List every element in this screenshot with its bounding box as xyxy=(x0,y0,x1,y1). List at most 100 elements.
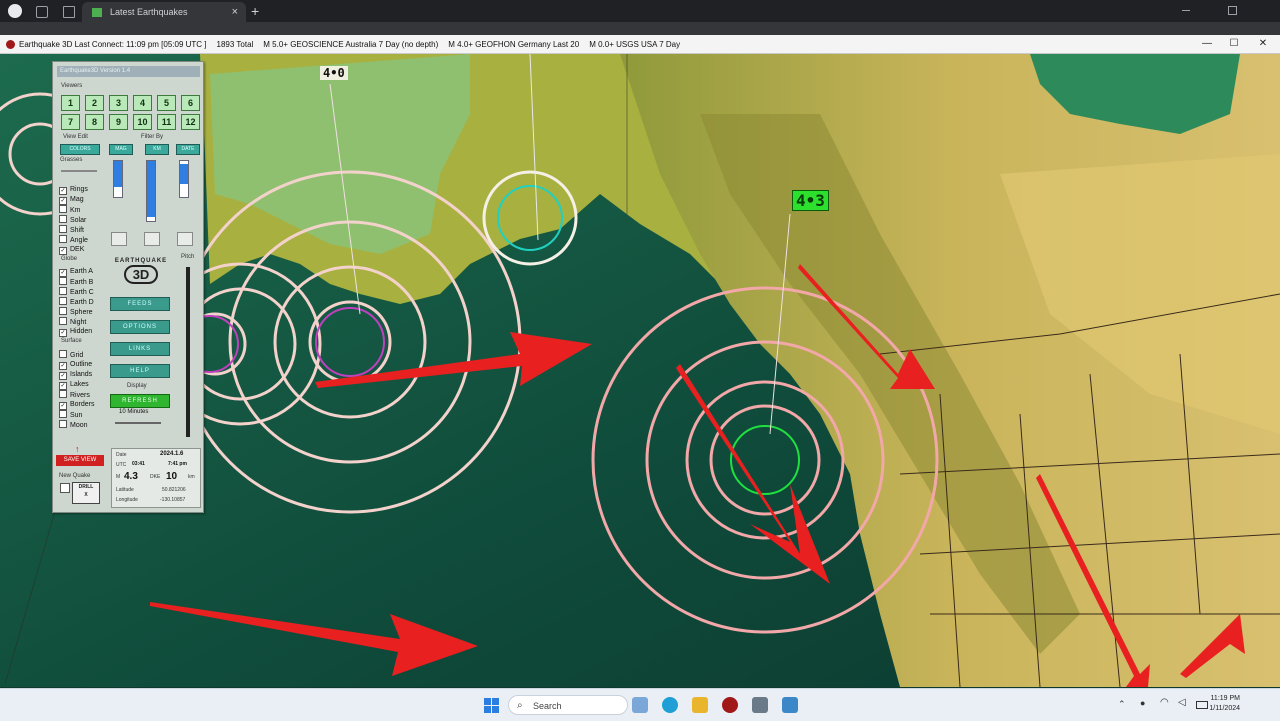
tab-favicon-icon xyxy=(92,7,102,17)
viewer-10-button[interactable]: 10 xyxy=(133,114,152,130)
widgets-icon[interactable] xyxy=(632,697,648,713)
refresh-button[interactable]: REFRESH xyxy=(110,394,170,408)
date-slider-buttons[interactable] xyxy=(177,232,193,246)
surface-label: Surface xyxy=(61,338,82,344)
feed-germany: M 4.0+ GEOFHON Germany Last 20 xyxy=(448,39,580,49)
close-tab-icon[interactable]: × xyxy=(232,6,238,18)
date-filter-slider[interactable] xyxy=(179,160,189,198)
viewer-11-button[interactable]: 11 xyxy=(157,114,176,130)
mag-slider-buttons[interactable] xyxy=(111,232,127,246)
feeds-button[interactable]: FEEDS xyxy=(110,297,170,311)
drill-button[interactable]: DRILL X xyxy=(72,482,100,504)
quake-longitude: -130.10857 xyxy=(160,497,186,503)
search-icon: ⌕ xyxy=(517,700,523,711)
checkbox-earth-a[interactable]: ✓ Earth A xyxy=(59,267,93,277)
viewer-12-button[interactable]: 12 xyxy=(181,114,200,130)
options-button[interactable]: OPTIONS xyxy=(110,320,170,334)
browser-minimize-icon[interactable] xyxy=(1182,10,1190,11)
km-slider-buttons[interactable] xyxy=(144,232,160,246)
quake-utc: 03:41 xyxy=(132,461,145,467)
file-explorer-icon[interactable] xyxy=(692,697,708,713)
earthquake-3d-logo: EARTHQUAKE 3D xyxy=(114,258,168,284)
browser-tab-actions-icon[interactable] xyxy=(63,6,75,18)
tray-mic-icon[interactable]: ● xyxy=(1140,698,1145,708)
tray-wifi-icon[interactable]: ◠ xyxy=(1160,697,1169,708)
help-button[interactable]: HELP xyxy=(110,364,170,378)
close-button[interactable]: ✕ xyxy=(1250,35,1276,53)
latitude-label: Latitude xyxy=(116,487,134,493)
checkbox-km[interactable]: Km xyxy=(59,205,81,215)
feed-australia: M 5.0+ GEOSCIENCE Australia 7 Day (no de… xyxy=(263,39,439,49)
start-windows-icon[interactable] xyxy=(484,698,499,713)
checkbox-solar[interactable]: Solar xyxy=(59,215,86,225)
viewer-3-button[interactable]: 3 xyxy=(109,95,128,111)
viewer-5-button[interactable]: 5 xyxy=(157,95,176,111)
checkbox-grid[interactable]: Grid xyxy=(59,350,83,360)
checkbox-islands[interactable]: ✓ Islands xyxy=(59,370,92,380)
browser-maximize-icon[interactable] xyxy=(1228,6,1237,15)
filter-km-button[interactable]: KM xyxy=(145,144,169,155)
new-tab-button[interactable]: + xyxy=(251,3,259,19)
checkbox-rings[interactable]: ✓ Rings xyxy=(59,185,88,195)
network-app-icon[interactable] xyxy=(752,697,768,713)
quake-local-time: 7:41 pm xyxy=(168,461,187,467)
viewer-2-button[interactable]: 2 xyxy=(85,95,104,111)
checkbox-shift[interactable]: Shift xyxy=(59,225,84,235)
display-label: Display xyxy=(127,383,147,389)
filter-mag-button[interactable]: MAG xyxy=(109,144,133,155)
total-count: 1893 Total xyxy=(216,39,254,49)
km-filter-slider[interactable] xyxy=(146,160,156,222)
checkbox-earth-b[interactable]: Earth B xyxy=(59,277,93,287)
refresh-interval-slider[interactable] xyxy=(115,422,161,424)
viewer-6-button[interactable]: 6 xyxy=(181,95,200,111)
checkbox-earth-c[interactable]: Earth C xyxy=(59,287,94,297)
browser-profile-icon[interactable] xyxy=(8,4,22,18)
tab-latest-earthquakes[interactable]: Latest Earthquakes × xyxy=(82,2,246,22)
longitude-label: Longitude xyxy=(116,497,138,503)
viewers-label: Viewers xyxy=(61,83,83,89)
minimize-button[interactable]: — xyxy=(1194,35,1220,53)
maximize-button[interactable]: ☐ xyxy=(1221,35,1247,53)
checkbox-hidden[interactable]: ✓ Hidden xyxy=(59,327,92,337)
checkbox-mag[interactable]: ✓ Mag xyxy=(59,195,84,205)
viewer-8-button[interactable]: 8 xyxy=(85,114,104,130)
edge-browser-icon[interactable] xyxy=(662,697,678,713)
save-view-button[interactable]: SAVE VIEW xyxy=(56,455,104,466)
viewer-7-button[interactable]: 7 xyxy=(61,114,80,130)
taskbar-clock[interactable]: 11:19 PM 1/11/2024 xyxy=(1209,694,1240,714)
refresh-interval: 10 Minutes xyxy=(119,409,149,415)
viewer-4-button[interactable]: 4 xyxy=(133,95,152,111)
checkbox-lakes[interactable]: ✓ Lakes xyxy=(59,380,89,390)
checkbox-rivers[interactable]: Rivers xyxy=(59,390,90,400)
tray-volume-icon[interactable]: ◁ xyxy=(1178,697,1186,708)
taskbar-search[interactable]: ⌕ Search xyxy=(508,695,628,715)
quake-date: 2024.1.6 xyxy=(160,451,184,457)
filter-date-button[interactable]: DATE xyxy=(176,144,200,155)
pitch-slider[interactable] xyxy=(186,267,190,437)
snipping-tool-icon[interactable] xyxy=(782,697,798,713)
utc-label: UTC xyxy=(116,462,127,468)
tray-chevron-icon[interactable]: ⌃ xyxy=(1118,699,1126,710)
checkbox-sphere[interactable]: Sphere xyxy=(59,307,93,317)
checkbox-earth-d[interactable]: Earth D xyxy=(59,297,94,307)
checkbox-night[interactable]: Night xyxy=(59,317,86,327)
clock-date: 1/11/2024 xyxy=(1209,705,1240,712)
browser-address-bar[interactable] xyxy=(0,22,1280,35)
mag-filter-slider[interactable] xyxy=(113,160,123,198)
browser-workspaces-icon[interactable] xyxy=(36,6,48,18)
checkbox-borders[interactable]: ✓ Borders xyxy=(59,400,95,410)
viewer-1-button[interactable]: 1 xyxy=(61,95,80,111)
checkbox-moon[interactable]: Moon xyxy=(59,420,88,430)
checkbox-outline[interactable]: ✓ Outline xyxy=(59,360,92,370)
new-quake-checkbox[interactable] xyxy=(60,483,70,493)
checkbox-angle[interactable]: Angle xyxy=(59,235,88,245)
save-view-arrow-icon: ↑ xyxy=(75,444,80,454)
viewer-9-button[interactable]: 9 xyxy=(109,114,128,130)
tray-battery-icon[interactable] xyxy=(1196,701,1208,709)
grasses-slider[interactable] xyxy=(61,170,97,172)
checkbox-sun[interactable]: Sun xyxy=(59,410,82,420)
earthquake3d-taskbar-icon[interactable] xyxy=(722,697,738,713)
colors-button[interactable]: COLORS xyxy=(60,144,100,155)
links-button[interactable]: LINKS xyxy=(110,342,170,356)
checkbox-dek[interactable]: ✓ DEK xyxy=(59,245,84,255)
